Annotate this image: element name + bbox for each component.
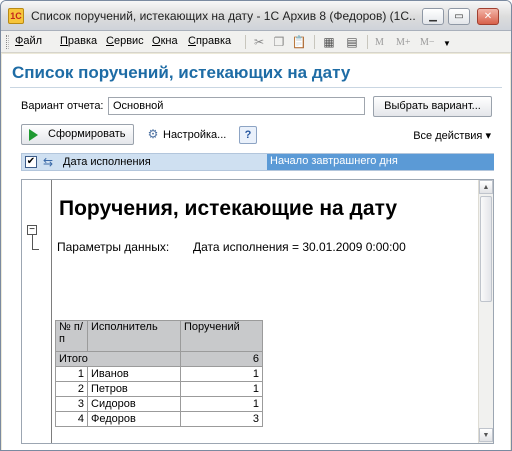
table-row: 2 Петров 1 (55, 381, 263, 397)
filter-value[interactable]: Начало завтрашнего дня (267, 154, 494, 170)
variant-field[interactable]: Основной (108, 97, 365, 115)
table-total-row: Итого 6 (55, 351, 263, 367)
cut-icon[interactable]: ✂ (251, 34, 267, 50)
report-title: Поручения, истекающие на дату (59, 197, 398, 220)
toolbar-options-icon[interactable]: ▼ (439, 36, 455, 52)
app-icon: 1С (8, 8, 24, 24)
total-label: Итого (55, 351, 181, 367)
menu-file[interactable]: Файл (15, 35, 42, 47)
menu-windows[interactable]: Окна (152, 35, 178, 47)
title-divider (10, 87, 502, 88)
report-table: № п/п Исполнитель Поручений Итого 6 1 Ив… (55, 320, 263, 427)
row-executor: Петров (87, 381, 181, 397)
toolbar-separator (314, 35, 315, 49)
menu-help[interactable]: Справка (188, 35, 231, 47)
report-window: 1С Список поручений, истекающих на дату … (0, 0, 512, 451)
row-number: 1 (55, 366, 88, 382)
paste-icon[interactable]: 📋 (291, 34, 307, 50)
report-grouping-gutter: − (22, 180, 52, 443)
title-bar[interactable]: 1С Список поручений, истекающих на дату … (1, 1, 511, 31)
row-count: 1 (180, 381, 263, 397)
settings-button[interactable]: Настройка... (163, 129, 226, 141)
scroll-up-icon[interactable]: ▲ (479, 180, 493, 194)
column-header-count: Поручений (180, 320, 263, 352)
toolbar-separator (367, 35, 368, 49)
filter-row[interactable]: ✔ ⇆ Дата исполнения Начало завтрашнего д… (21, 153, 494, 171)
row-number: 3 (55, 396, 88, 412)
chevron-down-icon: ▾ (485, 130, 491, 142)
filter-checkbox[interactable]: ✔ (25, 156, 37, 168)
generate-button[interactable]: Сформировать (21, 124, 134, 145)
report-form: Список поручений, истекающих на дату Вар… (2, 54, 510, 450)
report-document[interactable]: − Поручения, истекающие на дату Параметр… (21, 179, 494, 444)
memory-subtract-button[interactable]: M− (420, 37, 435, 48)
menu-service[interactable]: Сервис (106, 35, 144, 47)
close-button[interactable]: ✕ (477, 8, 499, 25)
table-row: 3 Сидоров 1 (55, 396, 263, 412)
calculator-icon[interactable]: ▦ (321, 34, 337, 50)
maximize-button[interactable]: ▭ (448, 8, 470, 25)
table-row: 1 Иванов 1 (55, 366, 263, 382)
params-label: Параметры данных: (57, 240, 170, 254)
menu-bar: Файл Правка Сервис Окна Справка ✂ ❐ 📋 ▦ … (1, 31, 511, 53)
row-count: 3 (180, 411, 263, 427)
row-number: 2 (55, 381, 88, 397)
row-executor: Федоров (87, 411, 181, 427)
row-executor: Сидоров (87, 396, 181, 412)
choose-variant-button[interactable]: Выбрать вариант... (373, 96, 492, 117)
filter-name: Дата исполнения (63, 156, 151, 168)
form-title: Список поручений, истекающих на дату (12, 63, 351, 82)
scroll-down-icon[interactable]: ▼ (479, 428, 493, 442)
menu-edit[interactable]: Правка (60, 35, 97, 47)
variant-label: Вариант отчета: (21, 100, 104, 112)
group-line (32, 235, 33, 249)
group-line-end (32, 249, 39, 250)
row-number: 4 (55, 411, 88, 427)
row-count: 1 (180, 396, 263, 412)
minimize-button[interactable]: ▁ (422, 8, 444, 25)
params-value: Дата исполнения = 30.01.2009 0:00:00 (193, 240, 406, 254)
copy-icon[interactable]: ❐ (271, 34, 287, 50)
play-icon (29, 129, 38, 141)
row-executor: Иванов (87, 366, 181, 382)
memory-store-button[interactable]: M (375, 37, 384, 48)
window-title: Список поручений, истекающих на дату - 1… (31, 9, 416, 23)
help-button[interactable]: ? (239, 126, 257, 144)
scroll-thumb[interactable] (480, 196, 492, 302)
column-header-number: № п/п (55, 320, 88, 352)
total-value: 6 (180, 351, 263, 367)
table-header-row: № п/п Исполнитель Поручений (55, 320, 263, 352)
vertical-scrollbar[interactable]: ▲ ▼ (478, 180, 493, 443)
generate-button-label: Сформировать (48, 128, 126, 140)
calendar-icon[interactable]: ▤ (344, 34, 360, 50)
all-actions-label: Все действия (413, 130, 483, 142)
table-row: 4 Федоров 3 (55, 411, 263, 427)
all-actions-menu[interactable]: Все действия ▾ (413, 129, 491, 142)
memory-add-button[interactable]: M+ (396, 37, 411, 48)
column-header-executor: Исполнитель (87, 320, 181, 352)
settings-icon[interactable]: ⚙ (144, 126, 162, 142)
toolbar-separator (245, 35, 246, 49)
row-count: 1 (180, 366, 263, 382)
collapse-group-icon[interactable]: − (27, 225, 37, 235)
date-filter-icon: ⇆ (43, 155, 54, 169)
menu-grip[interactable] (6, 35, 9, 49)
